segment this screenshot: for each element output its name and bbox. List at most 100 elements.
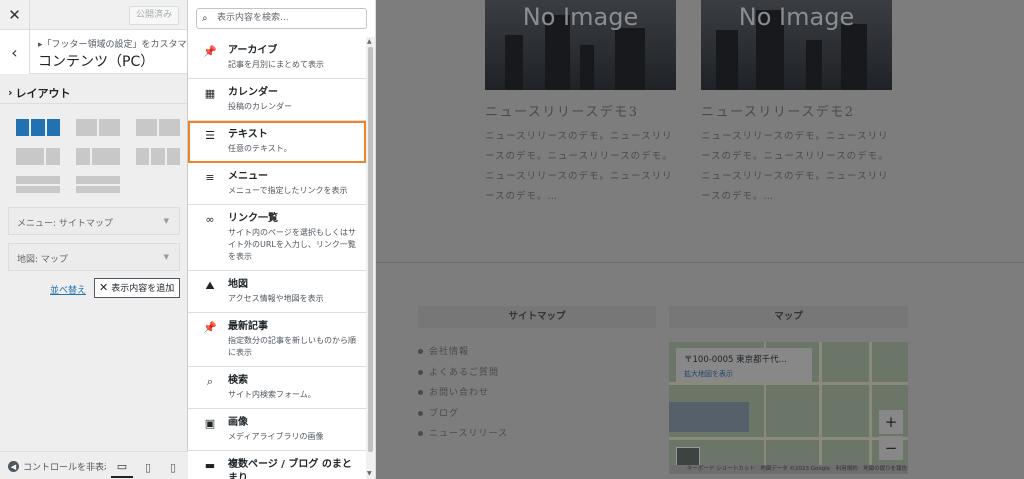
- layout-option-rows-alt[interactable]: [76, 176, 120, 193]
- post-title[interactable]: ニュースリリースデモ3: [485, 101, 638, 120]
- scroll-down-icon[interactable]: ▼: [367, 470, 372, 477]
- layout-option-right-wide[interactable]: [76, 148, 120, 165]
- panel-footer: ◀ コントロールを非表示 ▭ ▯ ▯: [0, 451, 188, 479]
- layout-label: レイアウト: [15, 86, 71, 100]
- content-select-map[interactable]: 地図: マップ ▼: [8, 243, 180, 271]
- widget-title: リンク一覧: [228, 213, 278, 224]
- section-title: コンテンツ（PC）: [38, 54, 155, 70]
- map-info-card: 〒100-0005 東京都千代... 拡大地図を表示: [676, 348, 812, 382]
- site-preview: No Image No Image ニュースリリースデモ3 ニュースリリースデモ…: [376, 0, 1024, 479]
- widget-item-link-list[interactable]: ∞ リンク一覧 サイト内のページを選択もしくはサイト外のURLを入力し、リンク一…: [188, 205, 366, 271]
- widget-item-page-group[interactable]: ▬ 複数ページ / ブログ のまとまり: [188, 451, 366, 479]
- search-placeholder: 表示内容を検索...: [217, 13, 289, 23]
- menu-icon: ≡: [205, 171, 215, 184]
- hide-controls-button[interactable]: ◀ コントロールを非表示: [8, 460, 106, 473]
- widget-desc: 投稿のカレンダー: [228, 102, 292, 111]
- post-title[interactable]: ニュースリリースデモ2: [701, 101, 854, 120]
- customizer-panel: ✕ 公開済み ‹ ▸「フッター領域の設定」をカスタマ... コンテンツ（PC） …: [0, 0, 188, 479]
- zoom-in-icon[interactable]: +: [879, 410, 903, 434]
- widget-desc: 指定数分の記事を新しいものから順に表示: [228, 336, 356, 357]
- no-image-text: No Image: [738, 3, 855, 31]
- map-footer: キーボード ショートカット 地図データ ©2023 Google 利用規約 地図…: [669, 465, 908, 474]
- link-icon: ∞: [205, 213, 215, 226]
- widget-item-recent-posts[interactable]: 📌 最新記事 指定数分の記事を新しいものから順に表示: [188, 313, 366, 367]
- map-enlarge-link[interactable]: 拡大地図を表示: [684, 369, 804, 379]
- scrollbar-thumb[interactable]: [368, 47, 373, 452]
- layout-option-rows[interactable]: [16, 176, 60, 193]
- layout-toggle[interactable]: › レイアウト: [0, 74, 187, 104]
- widget-title: アーカイブ: [228, 45, 278, 56]
- publish-button[interactable]: 公開済み: [128, 6, 179, 25]
- widget-item-calendar[interactable]: ▦ カレンダー 投稿のカレンダー: [188, 79, 366, 121]
- section-header: ‹ ▸「フッター領域の設定」をカスタマ... コンテンツ（PC）: [0, 30, 187, 74]
- widget-title: 複数ページ / ブログ のまとまり: [228, 459, 352, 479]
- widget-title: メニュー: [228, 171, 268, 182]
- widget-item-text[interactable]: ☰ テキスト 任意のテキスト。: [188, 121, 366, 163]
- widget-picker: ⌕ 表示内容を検索... 📌 アーカイブ 記事を月別にまとめて表示 ▦ カレンダ…: [188, 0, 376, 479]
- back-arrow-icon[interactable]: ‹: [0, 30, 30, 74]
- search-icon: ⌕: [206, 375, 214, 388]
- scroll-up-icon[interactable]: ▲: [367, 38, 372, 45]
- text-icon: ☰: [205, 129, 215, 142]
- pin-icon: 📌: [203, 45, 217, 58]
- close-icon[interactable]: ✕: [0, 0, 30, 30]
- sitemap-heading: サイトマップ: [418, 306, 656, 328]
- widget-title: 地図: [228, 279, 248, 290]
- widget-desc: サイト内検索フォーム。: [228, 390, 316, 399]
- widget-item-archive[interactable]: 📌 アーカイブ 記事を月別にまとめて表示: [188, 37, 366, 79]
- google-map[interactable]: 〒100-0005 東京都千代... 拡大地図を表示 + − キーボード ショー…: [669, 342, 908, 474]
- add-content-label: 表示内容を追加: [111, 284, 175, 294]
- widget-desc: メニューで指定したリンクを表示: [228, 186, 348, 195]
- sitemap-link[interactable]: 会社情報: [418, 342, 508, 363]
- select-value: メニュー: サイトマップ: [17, 219, 113, 229]
- layout-option-center[interactable]: [136, 148, 180, 165]
- add-content-button[interactable]: ✕ 表示内容を追加: [94, 278, 180, 298]
- widget-title: 画像: [228, 417, 248, 428]
- layout-option-left-wide[interactable]: [16, 148, 60, 165]
- footer-divider: [376, 262, 1024, 263]
- folder-icon: ▬: [204, 459, 216, 472]
- sitemap-link[interactable]: お問い合わせ: [418, 383, 508, 404]
- map-address: 〒100-0005 東京都千代...: [684, 355, 787, 365]
- widget-list: 📌 アーカイブ 記事を月別にまとめて表示 ▦ カレンダー 投稿のカレンダー ☰ …: [188, 37, 366, 479]
- widget-item-search[interactable]: ⌕ 検索 サイト内検索フォーム。: [188, 367, 366, 409]
- sitemap-link[interactable]: ブログ: [418, 404, 508, 425]
- post-excerpt: ニュースリリースのデモ。ニュースリリースのデモ。ニュースリリースのデモ。ニュース…: [485, 131, 673, 202]
- hide-controls-label: コントロールを非表示: [23, 463, 106, 473]
- breadcrumb: ▸「フッター領域の設定」をカスタマ...: [38, 40, 186, 50]
- calendar-icon: ▦: [204, 87, 216, 100]
- picker-scrollbar[interactable]: ▲ ▼: [366, 37, 375, 479]
- widget-desc: 任意のテキスト。: [228, 144, 292, 153]
- pin-icon: 📌: [203, 321, 217, 334]
- widget-item-image[interactable]: ▣ 画像 メディアライブラリの画像: [188, 409, 366, 451]
- caret-down-icon: ▼: [163, 217, 169, 225]
- layout-option-3col[interactable]: [16, 119, 60, 136]
- close-icon: ✕: [99, 281, 109, 294]
- widget-item-map[interactable]: ⛰ 地図 アクセス情報や地図を表示: [188, 271, 366, 313]
- zoom-out-icon[interactable]: −: [879, 436, 903, 460]
- select-value: 地図: マップ: [17, 255, 68, 265]
- widget-desc: サイト内のページを選択もしくはサイト外のURLを入力し、リンク一覧を表示: [228, 228, 356, 261]
- sitemap-list: 会社情報 よくあるご質問 お問い合わせ ブログ ニュースリリース: [418, 342, 508, 445]
- widget-item-menu[interactable]: ≡ メニュー メニューで指定したリンクを表示: [188, 163, 366, 205]
- widget-desc: 記事を月別にまとめて表示: [228, 60, 324, 69]
- search-icon: ⌕: [202, 13, 208, 24]
- post-thumbnail[interactable]: No Image: [485, 0, 676, 90]
- sitemap-link[interactable]: よくあるご質問: [418, 363, 508, 384]
- sort-link[interactable]: 並べ替え: [50, 283, 86, 296]
- content-select-sitemap[interactable]: メニュー: サイトマップ ▼: [8, 207, 180, 235]
- caret-down-icon: ▼: [163, 253, 169, 261]
- map-icon: ⛰: [205, 279, 215, 292]
- widget-desc: メディアライブラリの画像: [228, 432, 324, 441]
- widget-desc: アクセス情報や地図を表示: [228, 294, 324, 303]
- post-thumbnail[interactable]: No Image: [701, 0, 892, 90]
- mobile-icon[interactable]: ▯: [162, 456, 184, 478]
- panel-header: ✕ 公開済み: [0, 0, 187, 30]
- layout-option-2col[interactable]: [76, 119, 120, 136]
- tablet-icon[interactable]: ▯: [137, 456, 159, 478]
- widget-search-input[interactable]: ⌕ 表示内容を検索...: [196, 8, 367, 29]
- sitemap-link[interactable]: ニュースリリース: [418, 424, 508, 445]
- desktop-icon[interactable]: ▭: [111, 456, 133, 478]
- layout-option-2col-alt[interactable]: [136, 119, 180, 136]
- post-excerpt: ニュースリリースのデモ。ニュースリリースのデモ。ニュースリリースのデモ。ニュース…: [701, 131, 889, 202]
